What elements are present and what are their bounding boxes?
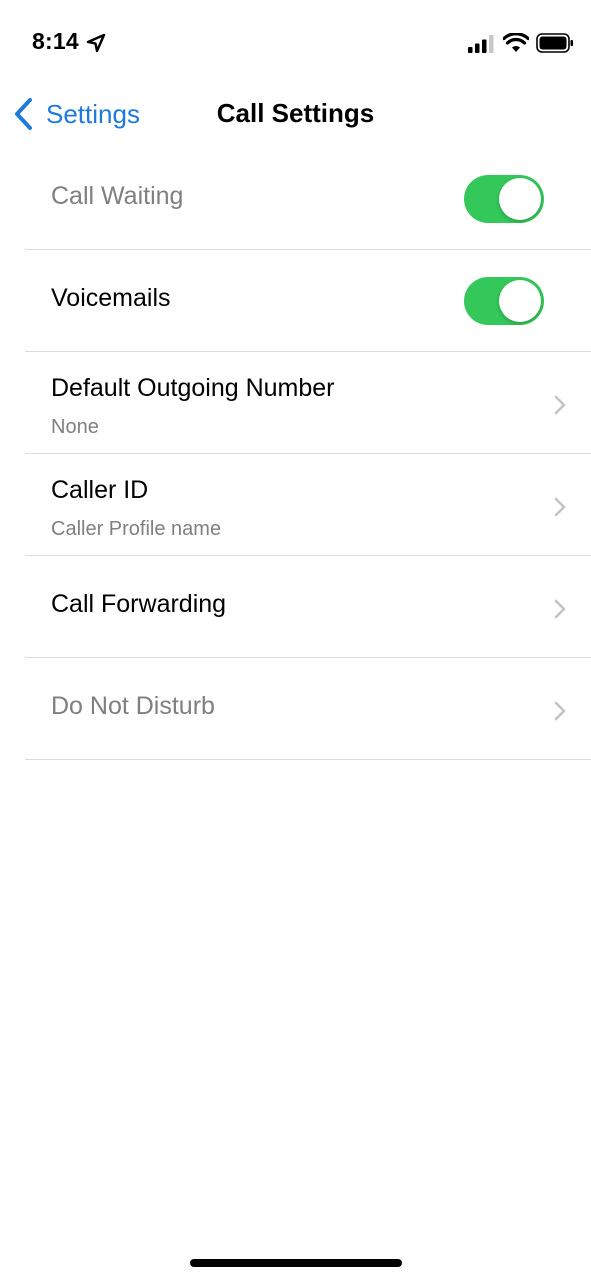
settings-list: Call Waiting Voicemails Default Outgoing… bbox=[25, 148, 591, 760]
row-title: Voicemails bbox=[51, 284, 171, 312]
row-title: Call Forwarding bbox=[51, 590, 227, 618]
list-item-call-forwarding[interactable]: Call Forwarding bbox=[25, 556, 591, 658]
list-item-do-not-disturb[interactable]: Do Not Disturb bbox=[25, 658, 591, 760]
location-arrow-icon bbox=[86, 33, 106, 53]
chevron-right-icon bbox=[554, 497, 566, 517]
chevron-right-icon bbox=[554, 701, 566, 721]
battery-icon bbox=[536, 33, 573, 53]
wifi-icon bbox=[503, 33, 529, 52]
row-subtitle: Caller Profile name bbox=[51, 518, 222, 540]
row-title: Caller ID bbox=[51, 476, 149, 504]
chevron-right-icon bbox=[554, 599, 566, 619]
row-title: Do Not Disturb bbox=[51, 692, 215, 720]
home-indicator[interactable] bbox=[190, 1259, 402, 1267]
row-subtitle: None bbox=[51, 416, 99, 438]
list-item-caller-id[interactable]: Caller ID Caller Profile name bbox=[25, 454, 591, 556]
row-title: Call Waiting bbox=[51, 182, 184, 210]
row-title: Default Outgoing Number bbox=[51, 374, 335, 402]
list-item-call-waiting: Call Waiting bbox=[25, 148, 591, 250]
list-item-default-outgoing-number[interactable]: Default Outgoing Number None bbox=[25, 352, 591, 454]
status-bar: 8:14 bbox=[0, 0, 591, 80]
list-item-voicemails: Voicemails bbox=[25, 250, 591, 352]
call-waiting-toggle[interactable] bbox=[464, 175, 544, 223]
toggle-knob bbox=[499, 178, 541, 220]
chevron-right-icon bbox=[554, 395, 566, 415]
voicemails-toggle[interactable] bbox=[464, 277, 544, 325]
page-title: Call Settings bbox=[216, 98, 375, 128]
status-time: 8:14 bbox=[32, 28, 79, 54]
navigation-bar: Settings Call Settings bbox=[0, 80, 591, 150]
cellular-signal-icon bbox=[468, 35, 494, 53]
toggle-knob bbox=[499, 280, 541, 322]
